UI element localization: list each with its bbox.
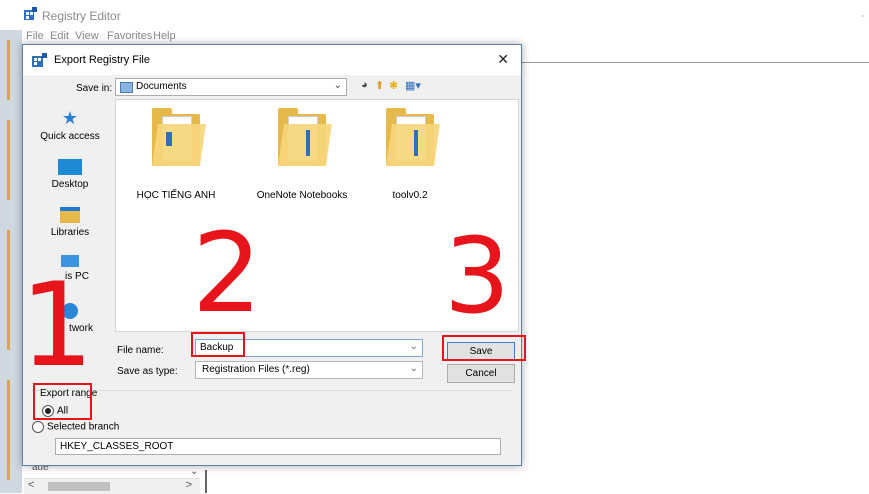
folder-item[interactable]: OneNote Notebooks [242, 108, 362, 201]
folder-icon [150, 108, 206, 168]
save-in-label: Save in: [76, 83, 113, 94]
annotation-box-save [442, 335, 526, 361]
scroll-right-icon[interactable]: > [186, 479, 192, 491]
menu-file[interactable]: File [26, 30, 44, 42]
minimize-button[interactable]: - [861, 8, 865, 22]
cancel-button[interactable]: Cancel [447, 364, 515, 383]
export-range-group: Export range All Selected branch HKEY_CL… [32, 388, 512, 458]
folder-item[interactable]: toolv0.2 [350, 108, 470, 201]
registry-editor-titlebar: Registry Editor - [0, 0, 869, 30]
save-as-type-label: Save as type: [117, 366, 178, 377]
radio-selected-branch-label: Selected branch [47, 421, 120, 433]
desktop-icon [58, 159, 82, 175]
registry-tree-pane: aue ⌄ < > [24, 462, 200, 494]
annotation-step-1: 1 [20, 258, 94, 393]
dialog-title: Export Registry File [54, 54, 150, 66]
menu-edit[interactable]: Edit [50, 30, 69, 42]
up-folder-icon[interactable]: ⬆ [375, 79, 384, 92]
scrollbar-thumb[interactable] [48, 482, 110, 491]
folder-icon [276, 108, 332, 168]
folder-item[interactable]: HỌC TIẾNG ANH [116, 108, 236, 201]
dialog-toolbar: ◕ ⬆ ✱ ▦▾ [361, 78, 431, 94]
folder-name: OneNote Notebooks [256, 190, 348, 201]
view-menu-icon[interactable]: ▦▾ [405, 79, 421, 92]
registry-menubar: File Edit View Favorites Help [0, 30, 869, 44]
place-quick-access[interactable]: ★ Quick access [31, 109, 109, 142]
registry-export-icon [32, 53, 47, 67]
chevron-down-icon: ⌄ [333, 80, 342, 91]
scroll-left-icon[interactable]: < [28, 479, 34, 491]
radio-button[interactable] [32, 421, 44, 433]
menu-view[interactable]: View [75, 30, 99, 42]
annotation-step-2: 2 [192, 209, 262, 337]
save-in-dropdown[interactable]: Documents ⌄ [115, 78, 347, 96]
chevron-down-icon[interactable]: ⌄ [410, 341, 418, 352]
place-libraries[interactable]: Libraries [31, 207, 109, 238]
save-as-type-value: Registration Files (*.reg) [202, 364, 310, 375]
menu-help[interactable]: Help [153, 30, 176, 42]
place-desktop[interactable]: Desktop [31, 159, 109, 190]
annotation-step-3: 3 [444, 215, 511, 337]
star-icon: ★ [61, 108, 79, 128]
pane-divider[interactable] [205, 470, 207, 493]
menu-favorites[interactable]: Favorites [107, 30, 152, 42]
folder-icon [384, 108, 440, 168]
libraries-icon [60, 207, 80, 223]
folder-name: HỌC TIẾNG ANH [136, 190, 216, 201]
chevron-down-icon: ⌄ [409, 363, 418, 374]
save-as-type-dropdown[interactable]: Registration Files (*.reg) ⌄ [195, 361, 423, 379]
radio-selected-branch[interactable]: Selected branch [32, 421, 119, 433]
scroll-down-icon[interactable]: ⌄ [190, 466, 198, 477]
address-bar-line [515, 62, 869, 63]
back-icon[interactable]: ◕ [361, 79, 368, 91]
branch-value: HKEY_CLASSES_ROOT [60, 441, 174, 452]
documents-folder-icon [120, 82, 133, 93]
file-name-label: File name: [117, 345, 164, 356]
folder-name: toolv0.2 [392, 190, 428, 201]
registry-editor-icon [24, 7, 37, 20]
dialog-titlebar: Export Registry File ✕ [23, 45, 521, 75]
new-folder-icon[interactable]: ✱ [389, 79, 398, 92]
registry-tree-strip [0, 30, 22, 493]
horizontal-scrollbar[interactable]: < > [24, 478, 200, 494]
save-in-value: Documents [136, 81, 187, 92]
registry-editor-title: Registry Editor [42, 9, 121, 23]
selected-branch-input[interactable]: HKEY_CLASSES_ROOT [55, 438, 501, 455]
close-icon[interactable]: ✕ [497, 51, 509, 68]
